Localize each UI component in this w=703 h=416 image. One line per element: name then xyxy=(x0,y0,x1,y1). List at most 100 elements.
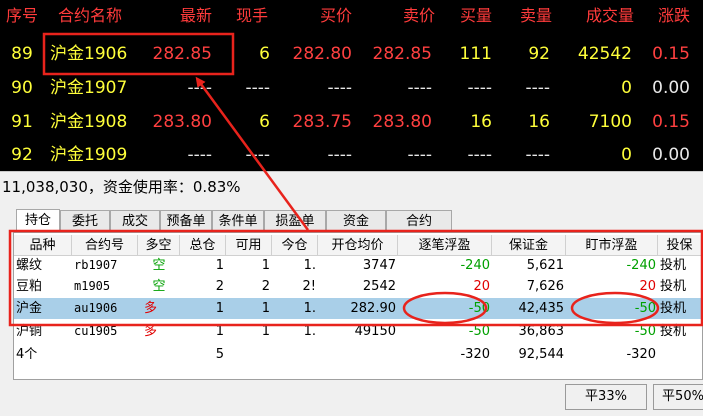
quote-change: 0.00 xyxy=(652,145,690,165)
cell-hedge: 投机 xyxy=(660,324,687,339)
quote-contract-name: 沪金1907 xyxy=(50,78,128,98)
table-row[interactable]: 螺纹 rb1907 空 1 1 1. 3747 -240 5,621 -240 … xyxy=(14,255,702,276)
quote-bid: 283.75 xyxy=(292,112,352,132)
cell-margin: 42,435 xyxy=(518,301,565,316)
cell-contract: m1905 xyxy=(74,279,111,293)
quote-header-hand[interactable]: 现手 xyxy=(232,0,272,32)
col-header-hedge[interactable]: 投保 xyxy=(658,235,702,256)
quote-ask-qty: ---- xyxy=(525,78,550,98)
quote-header-bid-qty[interactable]: 买量 xyxy=(452,0,492,32)
cell-avg-price: 2542 xyxy=(362,279,396,294)
quote-row[interactable]: 91 沪金1908 283.80 6 283.75 283.80 16 16 7… xyxy=(0,106,703,139)
quote-header-volume[interactable]: 成交量 xyxy=(576,0,634,32)
total-count: 4个 xyxy=(16,347,38,362)
col-header-side[interactable]: 多空 xyxy=(138,235,180,256)
table-row-selected[interactable]: 沪金 au1906 多 1 1 1. 282.90 -50 42,435 -50… xyxy=(14,298,702,319)
tab-funds[interactable]: 资金 xyxy=(326,210,386,232)
tab-positions[interactable]: 持仓 xyxy=(16,209,60,233)
cell-float-market: 20 xyxy=(639,279,656,294)
quote-hand: ---- xyxy=(245,78,270,98)
cell-available: 1 xyxy=(261,258,270,273)
col-header-available[interactable]: 可用 xyxy=(226,235,272,256)
cell-available: 2 xyxy=(261,279,270,294)
quote-change: 0.00 xyxy=(652,78,690,98)
funds-usage-text: 11,038,030，资金使用率：0.83% xyxy=(2,178,241,196)
quote-ask-qty: 16 xyxy=(528,112,550,132)
quote-volume: 42542 xyxy=(577,44,632,64)
quote-last-price: 283.80 xyxy=(152,112,212,132)
quote-change: 0.15 xyxy=(652,44,690,64)
cell-margin: 7,626 xyxy=(526,279,564,294)
cell-hedge: 投机 xyxy=(660,301,687,316)
quote-header-change[interactable]: 涨跌 xyxy=(650,0,690,32)
cell-float-trade: -240 xyxy=(460,258,490,273)
cell-contract: cu1905 xyxy=(74,324,118,338)
positions-table: 品种 合约号 多空 总仓 可用 今仓 开仓均价 逐笔浮盈 保证金 盯市浮盈 投保… xyxy=(13,232,703,380)
cell-contract: rb1907 xyxy=(74,258,118,272)
quote-row[interactable]: 90 沪金1907 ---- ---- ---- ---- ---- ---- … xyxy=(0,72,703,105)
quote-row[interactable]: 89 沪金1906 282.85 6 282.80 282.85 111 92 … xyxy=(0,38,703,71)
quote-volume: 0 xyxy=(621,145,632,165)
cell-variety: 豆粕 xyxy=(16,279,43,294)
col-header-avg-price[interactable]: 开仓均价 xyxy=(318,235,398,256)
quote-hand: ---- xyxy=(245,145,270,165)
col-header-float-market[interactable]: 盯市浮盈 xyxy=(566,235,658,256)
cell-total: 1 xyxy=(215,301,224,316)
cell-available: 1 xyxy=(261,324,270,339)
col-header-contract[interactable]: 合约号 xyxy=(72,235,138,256)
tab-prepared-orders[interactable]: 预备单 xyxy=(160,210,212,232)
cell-avg-price: 282.90 xyxy=(350,301,397,316)
tab-orders[interactable]: 委托 xyxy=(60,210,110,232)
tab-trades[interactable]: 成交 xyxy=(110,210,160,232)
quote-seq: 92 xyxy=(11,145,33,165)
quote-row[interactable]: 92 沪金1909 ---- ---- ---- ---- ---- ---- … xyxy=(0,139,703,172)
quote-bid-qty: 111 xyxy=(459,44,492,64)
cell-float-market: -50 xyxy=(634,324,656,339)
quote-header-last[interactable]: 最新 xyxy=(170,0,212,32)
cell-variety: 沪金 xyxy=(16,301,43,316)
quote-change: 0.15 xyxy=(652,112,690,132)
cell-float-market: -50 xyxy=(634,301,656,316)
quote-ask: ---- xyxy=(407,78,432,98)
quote-bid: ---- xyxy=(327,78,352,98)
tab-contracts[interactable]: 合约 xyxy=(386,210,452,232)
close-50-percent-button[interactable]: 平50% xyxy=(653,384,703,410)
quote-header-ask[interactable]: 卖价 xyxy=(395,0,435,32)
cell-variety: 沪铜 xyxy=(16,324,43,339)
cell-total: 1 xyxy=(215,258,224,273)
cell-variety: 螺纹 xyxy=(16,258,43,273)
col-header-float-trade[interactable]: 逐笔浮盈 xyxy=(398,235,492,256)
quote-bid: 282.80 xyxy=(292,44,352,64)
tab-conditional-orders[interactable]: 条件单 xyxy=(212,210,264,232)
col-header-total[interactable]: 总仓 xyxy=(180,235,226,256)
cell-contract: au1906 xyxy=(74,301,118,315)
cell-side: 多 xyxy=(144,301,158,316)
quote-last-price: ---- xyxy=(187,145,212,165)
cell-today: 1. xyxy=(303,258,316,273)
table-row[interactable]: 沪铜 cu1905 多 1 1 1. 49150 -50 36,863 -50 … xyxy=(14,321,702,342)
quote-header-bid[interactable]: 买价 xyxy=(310,0,352,32)
quote-header-name[interactable]: 合约名称 xyxy=(58,0,138,32)
table-total-row: 4个 5 -320 92,544 -320 xyxy=(14,344,702,365)
cell-side: 空 xyxy=(152,258,166,273)
quote-bid-qty: ---- xyxy=(467,78,492,98)
col-header-today[interactable]: 今仓 xyxy=(272,235,318,256)
cell-total: 1 xyxy=(215,324,224,339)
total-float-trade: -320 xyxy=(460,347,490,362)
quote-bid-qty: 16 xyxy=(470,112,492,132)
cell-avg-price: 49150 xyxy=(354,324,396,339)
col-header-margin[interactable]: 保证金 xyxy=(492,235,566,256)
tab-stop-profit-loss[interactable]: 损盈单 xyxy=(264,210,326,232)
cell-hedge: 投机 xyxy=(660,258,687,273)
quote-header-seq[interactable]: 序号 xyxy=(2,0,42,32)
cell-side: 多 xyxy=(144,324,158,339)
close-33-percent-button[interactable]: 平33% xyxy=(565,384,647,410)
cell-margin: 5,621 xyxy=(526,258,564,273)
col-header-variety[interactable]: 品种 xyxy=(14,235,72,256)
quote-volume: 0 xyxy=(621,78,632,98)
quote-header-ask-qty[interactable]: 卖量 xyxy=(512,0,552,32)
cell-float-trade: -50 xyxy=(468,301,490,316)
cell-float-trade: -50 xyxy=(468,324,490,339)
quote-seq: 90 xyxy=(11,78,33,98)
table-row[interactable]: 豆粕 m1905 空 2 2 2! 2542 20 7,626 20 投机 xyxy=(14,276,702,297)
